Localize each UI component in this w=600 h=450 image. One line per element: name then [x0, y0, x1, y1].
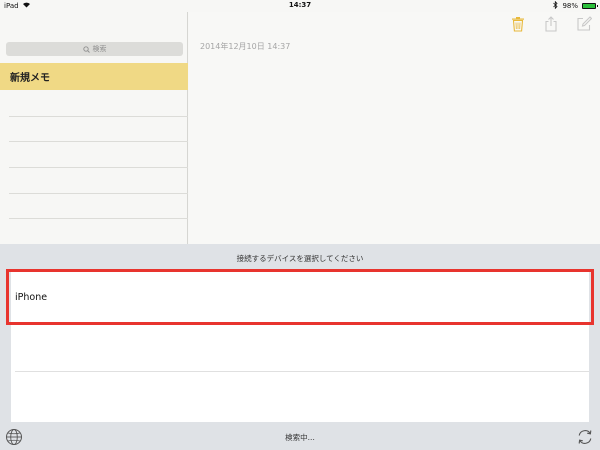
- divider: [9, 167, 188, 168]
- note-editor[interactable]: 2014年12月10日 14:37: [189, 12, 600, 244]
- divider: [9, 218, 188, 219]
- status-bar: iPad 14:37 98%: [0, 0, 600, 12]
- note-title: 新規メモ: [10, 73, 50, 84]
- divider: [9, 141, 188, 142]
- device-list: iPhone: [6, 269, 594, 422]
- searching-status: 検索中...: [285, 433, 315, 442]
- trash-icon[interactable]: [510, 16, 526, 32]
- note-date: 2014年12月10日 14:37: [200, 42, 291, 51]
- battery-icon: [582, 3, 598, 9]
- device-name-label: iPhone: [15, 292, 48, 303]
- row-divider: [15, 371, 589, 372]
- device-picker-footer: 検索中...: [0, 424, 600, 450]
- device-row-iphone[interactable]: iPhone: [6, 269, 594, 325]
- refresh-icon[interactable]: [576, 428, 594, 446]
- share-icon[interactable]: [543, 16, 559, 32]
- search-icon: [82, 45, 90, 53]
- search-placeholder: 検索: [92, 45, 107, 53]
- note-list-item[interactable]: 新規メモ: [0, 63, 188, 90]
- divider: [9, 193, 188, 194]
- device-picker-title: 接続するデバイスを選択してください: [236, 254, 364, 263]
- device-picker-sheet: 接続するデバイスを選択してください iPhone 検索中...: [0, 244, 600, 450]
- compose-icon[interactable]: [576, 16, 592, 32]
- battery-level: [583, 4, 595, 8]
- bluetooth-icon: [553, 0, 558, 11]
- search-field[interactable]: 検索: [6, 42, 183, 56]
- note-toolbar: [510, 16, 592, 32]
- divider: [9, 116, 188, 117]
- battery-percent: 98%: [562, 2, 578, 10]
- notes-sidebar: 検索 新規メモ: [0, 12, 188, 244]
- status-time: 14:37: [288, 1, 312, 9]
